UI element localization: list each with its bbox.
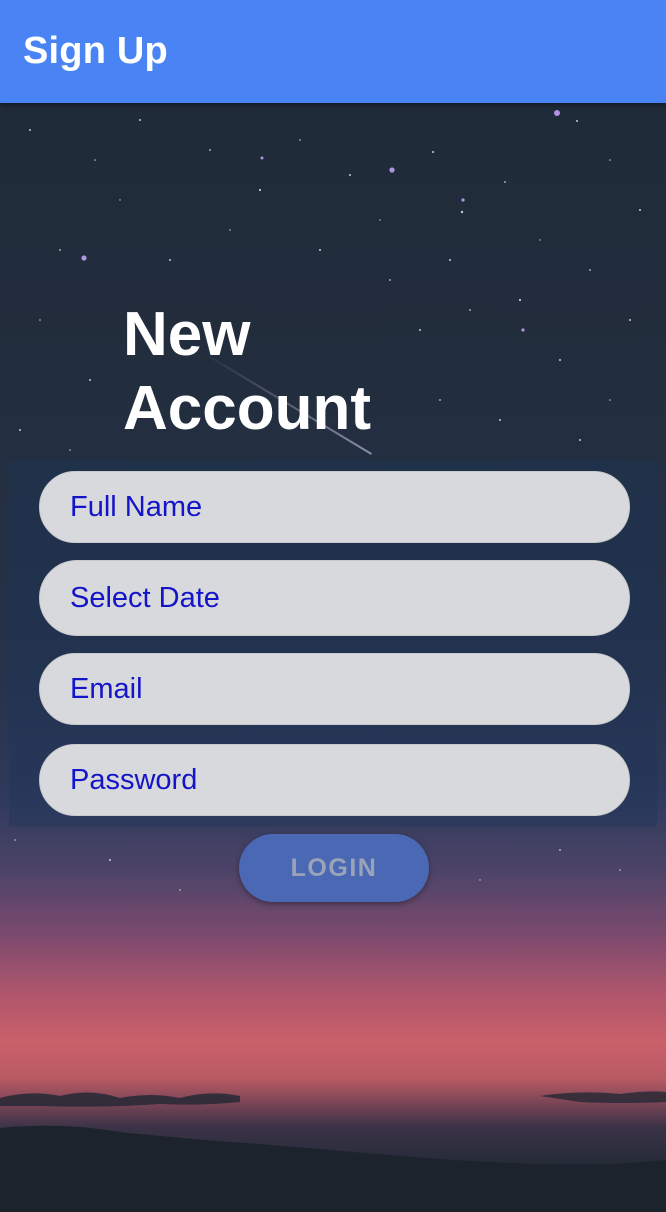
app-bar: Sign Up	[0, 0, 666, 103]
login-button-label: LOGIN	[290, 853, 378, 882]
date-picker-field[interactable]: Select Date	[39, 560, 630, 636]
full-name-placeholder: Full Name	[70, 490, 203, 523]
date-placeholder: Select Date	[70, 581, 220, 614]
heading-line-1: New	[123, 300, 251, 369]
email-field[interactable]: Email	[39, 653, 630, 725]
heading-line-2: Account	[123, 374, 371, 443]
sign-up-screen: Sign Up New Account Full Name Select Dat…	[0, 0, 666, 1212]
page-heading: New Account	[123, 298, 443, 446]
login-button[interactable]: LOGIN	[239, 834, 429, 902]
password-field[interactable]: Password	[39, 744, 630, 816]
password-placeholder: Password	[70, 763, 198, 796]
app-bar-title: Sign Up	[23, 30, 168, 72]
hills-silhouette	[0, 1091, 666, 1212]
email-placeholder: Email	[70, 672, 143, 705]
full-name-field[interactable]: Full Name	[39, 471, 630, 543]
